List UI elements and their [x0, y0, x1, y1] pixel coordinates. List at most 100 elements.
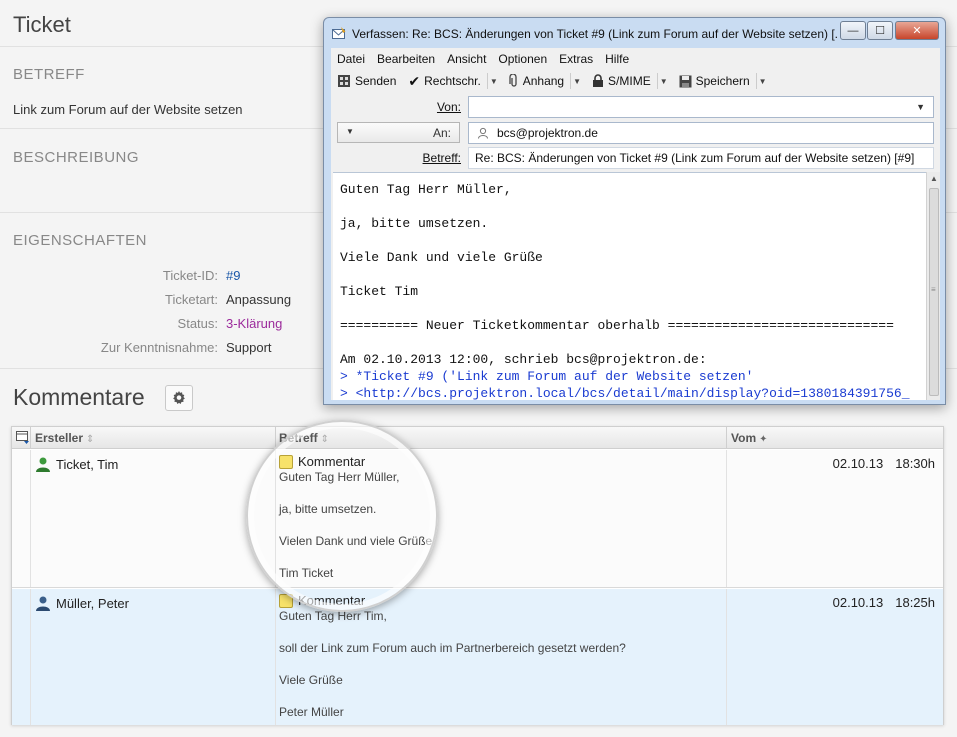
body-line: ja, bitte umsetzen.: [340, 216, 489, 231]
menu-optionen[interactable]: Optionen: [498, 52, 547, 66]
recipient-type-dropdown[interactable]: ▼ An:: [337, 122, 460, 143]
page-title: Ticket: [13, 12, 71, 37]
comment-line: ja, bitte umsetzen.: [279, 502, 377, 516]
menu-extras[interactable]: Extras: [559, 52, 593, 66]
comments-table: Ersteller ⇕ Betreff ⇕ Vom ✦ Ticket, Tim Kom…: [11, 426, 944, 725]
column-label: Vom: [731, 431, 757, 445]
menu-hilfe[interactable]: Hilfe: [605, 52, 629, 66]
column-divider: [726, 450, 727, 587]
message-body[interactable]: Guten Tag Herr Müller, ja, bitte umsetze…: [333, 172, 926, 400]
attach-button[interactable]: Anhang: [503, 70, 570, 92]
user-icon: [36, 457, 50, 472]
menu-ansicht[interactable]: Ansicht: [447, 52, 486, 66]
spellcheck-label: Rechtschr.: [424, 74, 481, 88]
section-heading-beschreibung: BESCHREIBUNG: [13, 149, 140, 166]
from-select[interactable]: ▼: [468, 96, 934, 118]
body-line: Viele Dank und viele Grüße: [340, 250, 543, 265]
sort-icon: ⇕: [86, 434, 95, 445]
close-button[interactable]: ✕: [895, 21, 939, 40]
checkmark-icon: ✔: [408, 72, 421, 89]
comment-content: Kommentar Guten Tag Herr Tim, soll der L…: [279, 593, 719, 736]
column-header-betreff[interactable]: Betreff ⇕: [279, 431, 329, 445]
comment-author: Müller, Peter: [35, 595, 129, 611]
compose-window: Verfassen: Re: BCS: Änderungen von Ticke…: [323, 17, 946, 405]
subject-input[interactable]: Re: BCS: Änderungen von Ticket #9 (Link …: [468, 147, 934, 169]
to-row: ▼ An: bcs@projektron.de: [331, 121, 940, 145]
window-titlebar[interactable]: Verfassen: Re: BCS: Änderungen von Ticke…: [324, 18, 945, 48]
window-title: Verfassen: Re: BCS: Änderungen von Ticke…: [352, 27, 837, 41]
section-heading-betreff: BETREFF: [13, 66, 85, 83]
author-name: Ticket, Tim: [56, 456, 119, 472]
column-chooser-icon[interactable]: [16, 431, 30, 447]
comment-subject: Kommentar: [298, 593, 366, 608]
column-header-ersteller[interactable]: Ersteller ⇕: [35, 431, 94, 445]
menu-datei[interactable]: Datei: [337, 52, 365, 66]
column-header-vom[interactable]: Vom ✦: [731, 431, 768, 445]
note-icon: [279, 593, 293, 608]
subject-row: Betreff: Re: BCS: Änderungen von Ticket …: [331, 146, 940, 170]
note-icon: [279, 454, 293, 469]
smime-label: S/MIME: [608, 74, 651, 88]
prop-value-kenntnisnahme: Support: [226, 340, 272, 355]
minimize-button[interactable]: —: [840, 21, 866, 40]
subject-value: Re: BCS: Änderungen von Ticket #9 (Link …: [475, 151, 915, 165]
comment-content: Kommentar Guten Tag Herr Müller, ja, bit…: [279, 454, 719, 597]
save-label: Speichern: [695, 74, 750, 88]
attach-dropdown[interactable]: ▼: [570, 73, 586, 89]
comment-datetime: 02.10.13 18:25h: [821, 595, 935, 610]
menu-bar: Datei Bearbeiten Ansicht Optionen Extras…: [331, 48, 940, 69]
column-divider: [726, 427, 727, 449]
lock-icon: [593, 74, 604, 87]
compose-toolbar: Senden ✔ Rechtschr. ▼ Anhang ▼ S/MIME ▼ …: [331, 69, 940, 93]
table-row[interactable]: Müller, Peter Kommentar Guten Tag Herr T…: [12, 589, 943, 725]
from-label: Von:: [436, 100, 461, 114]
prop-value-ticketart: Anpassung: [226, 292, 292, 307]
comment-datetime: 02.10.13 18:30h: [821, 456, 935, 471]
maximize-icon: ☐: [875, 25, 885, 37]
comment-line: Vielen Dank und viele Grüße: [279, 534, 433, 548]
body-line: Guten Tag Herr Müller,: [340, 182, 512, 197]
contact-icon: [478, 127, 488, 139]
smime-dropdown[interactable]: ▼: [656, 73, 673, 89]
column-label: Betreff: [279, 431, 318, 445]
window-content: Datei Bearbeiten Ansicht Optionen Extras…: [331, 48, 940, 400]
comment-line: Guten Tag Herr Müller,: [279, 470, 400, 484]
comment-settings-button[interactable]: [165, 385, 193, 411]
subject-label: Betreff:: [422, 151, 461, 165]
to-value: bcs@projektron.de: [497, 126, 598, 140]
user-icon: [36, 596, 50, 611]
table-row[interactable]: Ticket, Tim Kommentar Guten Tag Herr Mül…: [12, 450, 943, 588]
kommentare-heading: Kommentare: [13, 384, 145, 410]
to-field[interactable]: bcs@projektron.de: [468, 122, 934, 144]
column-divider: [30, 450, 31, 587]
smime-button[interactable]: S/MIME: [586, 70, 657, 92]
save-dropdown[interactable]: ▼: [755, 73, 772, 89]
from-row: Von: ▼: [331, 95, 940, 119]
column-divider: [275, 450, 276, 587]
prop-label-ticketart: Ticketart:: [165, 292, 218, 307]
maximize-button[interactable]: ☐: [867, 21, 893, 40]
comment-line: soll der Link zum Forum auch im Partnerb…: [279, 641, 626, 655]
send-button[interactable]: Senden: [331, 70, 402, 92]
save-button[interactable]: Speichern: [673, 70, 756, 92]
comment-date: 02.10.13: [832, 595, 884, 610]
vertical-scrollbar[interactable]: ▲ ≡: [926, 172, 940, 400]
column-divider: [275, 589, 276, 725]
scroll-up-icon[interactable]: ▲: [930, 174, 938, 183]
comment-subject: Kommentar: [298, 454, 366, 469]
compose-app-icon: [332, 27, 346, 39]
scroll-thumb[interactable]: ≡: [929, 188, 939, 396]
spellcheck-dropdown[interactable]: ▼: [486, 73, 503, 89]
prop-value-ticket-id[interactable]: #9: [226, 268, 240, 283]
body-line: ========== Neuer Ticketkommentar oberhal…: [340, 318, 894, 333]
author-name: Müller, Peter: [56, 595, 129, 611]
spellcheck-button[interactable]: ✔ Rechtschr.: [402, 70, 486, 92]
table-header: Ersteller ⇕ Betreff ⇕ Vom ✦: [12, 427, 943, 449]
section-heading-eigenschaften: EIGENSCHAFTEN: [13, 232, 148, 249]
close-icon: ✕: [912, 25, 922, 37]
menu-bearbeiten[interactable]: Bearbeiten: [377, 52, 435, 66]
sort-desc-icon: ✦: [759, 434, 768, 445]
to-label: An:: [432, 126, 451, 140]
chevron-down-icon: ▼: [916, 102, 925, 112]
send-label: Senden: [355, 74, 397, 88]
